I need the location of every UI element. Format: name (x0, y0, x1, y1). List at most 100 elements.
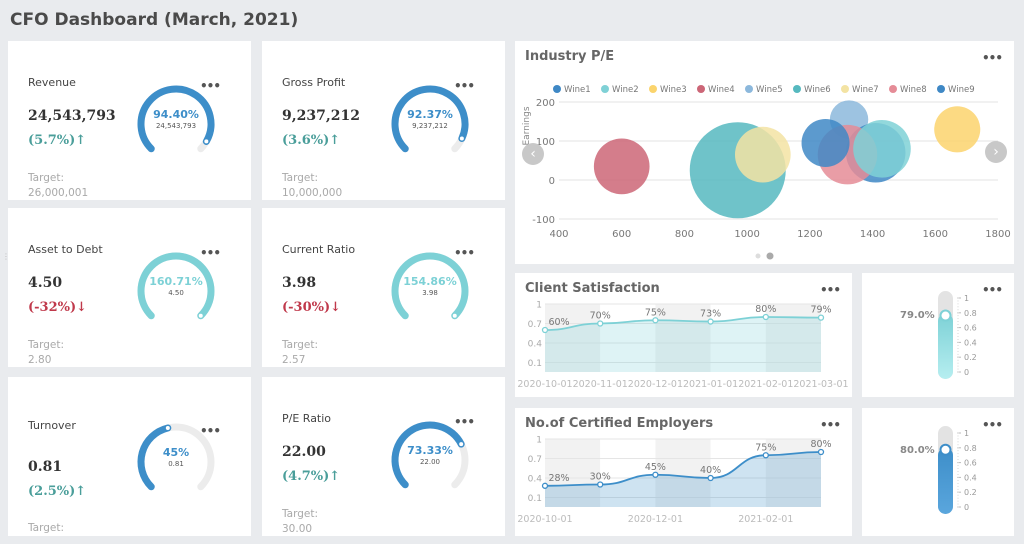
kpi-value: 3.98 (282, 275, 317, 291)
bubble-wine2 (853, 120, 911, 178)
y-tick-label: 1 (536, 436, 542, 446)
data-point (762, 313, 769, 321)
data-point (541, 482, 549, 489)
gauge-handle (203, 138, 210, 145)
data-label: 79% (810, 305, 831, 316)
gauge-percent: 45% (162, 446, 190, 459)
certified-employers-card: No.of Certified Employers ••• 1 0.7 0.4 0.1… (515, 408, 852, 536)
kpi-change: (-30%)↓ (282, 300, 342, 315)
data-label: 40% (700, 465, 721, 476)
data-label: 30% (590, 472, 611, 483)
thermometer-handle (939, 443, 952, 456)
kpi-card-current-ratio: Current Ratio 3.98 (-30%)↓ Target: 2.57 •… (262, 208, 505, 367)
tick-label: 0.8 (964, 309, 977, 318)
x-tick-label: 1600 (923, 229, 948, 240)
y-tick-label: 0.7 (528, 455, 542, 465)
tick-label: 0.8 (964, 444, 977, 453)
industry-pe-card: Industry P/E ••• 200 100 0 -100 400 600 800 100… (515, 41, 1014, 264)
tick-label: 1 (964, 294, 969, 303)
legend-label: Wine2 (612, 85, 639, 95)
prev-page-button[interactable]: ‹ (522, 143, 544, 165)
data-point (762, 452, 769, 459)
x-tick-label: 2021-02-01 (738, 379, 793, 390)
tick-label: 0.4 (964, 473, 977, 482)
data-label: 73% (700, 309, 721, 320)
x-tick-label: 1800 (985, 229, 1010, 240)
data-label: 70% (590, 311, 611, 322)
page-dot-active (766, 252, 774, 260)
kpi-card-revenue: Revenue 24,543,793 (5.7%)↑ Target: 26,000… (8, 41, 251, 200)
gauge-handle (164, 424, 172, 432)
data-label: 75% (755, 442, 776, 453)
kpi-value: 24,543,793 (28, 108, 116, 124)
legend-label: Wine4 (708, 85, 735, 95)
data-label: 75% (645, 307, 666, 318)
next-page-button[interactable]: › (985, 141, 1007, 163)
legend-marker (553, 85, 561, 93)
kpi-change: (2.5%)↑ (28, 484, 87, 499)
legend-label: Wine6 (804, 85, 831, 95)
kpi-target-label: Target: (282, 172, 319, 184)
gauge-percent: 160.71% (149, 275, 203, 288)
y-tick-label: 0.1 (528, 359, 542, 369)
data-label: 60% (548, 317, 569, 328)
tick-label: 0.2 (964, 488, 977, 497)
x-tick-label: 1200 (797, 229, 822, 240)
kpi-target: Target: (28, 521, 64, 536)
client-satisfaction-card: Client Satisfaction ••• 1 0.7 0.4 0.1 60% 70%… (515, 273, 852, 397)
kpi-target: Target: 2.57 (282, 338, 318, 368)
data-point (652, 471, 659, 478)
kpi-target-value: 26,000,001 (28, 187, 89, 199)
kpi-target-value: 10,000,000 (282, 187, 343, 199)
y-tick-label: 0.1 (528, 494, 542, 504)
kpi-change: (5.7%)↑ (28, 133, 87, 148)
kpi-change: (4.7%)↑ (282, 469, 341, 484)
legend-marker (601, 85, 609, 93)
client-satisfaction-chart: 10.70.40.160%70% 75% 73% 80% 79%2020-10-01 20… (517, 301, 848, 391)
gauge-percent: 92.37% (407, 108, 453, 121)
data-label: 80% (810, 439, 831, 450)
legend-marker (841, 85, 849, 93)
data-point (597, 481, 604, 488)
kpi-card-turnover: Turnover 0.81 (2.5%)↑ Target: ••• 45% 0.… (8, 377, 251, 536)
data-label: 80% (755, 304, 776, 315)
x-tick-label: 2020-12-01 (628, 514, 683, 525)
bubble-chart: 2001000-100400 600 800 1000 1200 1400 1600 1800… (522, 85, 1011, 260)
y-tick-label: 0.4 (528, 475, 543, 485)
kpi-target: Target: 10,000,000 (282, 171, 342, 201)
x-tick-label: 2020-10-01 (517, 379, 572, 390)
gauge-percent: 154.86% (403, 275, 457, 288)
kpi-target: Target: 26,000,001 (28, 171, 88, 201)
kpi-value: 4.50 (28, 275, 63, 291)
y-tick-label: 0 (549, 176, 555, 187)
kpi-value: 9,237,212 (282, 108, 360, 124)
gauge-value: 3.98 (422, 289, 438, 297)
kpi-change: (-32%)↓ (28, 300, 88, 315)
kpi-label: Turnover (28, 419, 76, 432)
kpi-label: Asset to Debt (28, 243, 103, 256)
certified-employers-chart: 1 0.7 0.4 0.1 28% 30% 45% 40% 75% 80% 2020-10-01 20… (517, 436, 831, 526)
bubble-wine7 (734, 126, 791, 183)
drag-handle-icon[interactable]: ⋮ (2, 252, 10, 262)
gauge-handle (458, 135, 466, 142)
kpi-target-value: 30.00 (282, 523, 313, 535)
kpi-label: Revenue (28, 76, 76, 89)
tick-label: 0.6 (964, 324, 977, 333)
legend-marker (793, 85, 801, 93)
thermometer-gauge: 1 0.8 0.6 0.4 0.2 0 (938, 426, 977, 514)
bubble-wine4 (593, 138, 650, 195)
y-tick-label: -100 (532, 215, 555, 226)
kpi-label: Gross Profit (282, 76, 346, 89)
gauge-value: 22.00 (419, 458, 441, 466)
data-point (652, 317, 659, 324)
bubble-wine1 (801, 118, 850, 167)
area-fill (545, 317, 821, 372)
legend-label: Wine5 (756, 85, 783, 95)
kpi-target-label: Target: (282, 508, 319, 520)
kpi-card-asset-to-debt: Asset to Debt 4.50 (-32%)↓ Target: 2.80 •… (8, 208, 251, 367)
gauge-percent: 73.33% (407, 444, 453, 457)
data-point (817, 448, 825, 456)
y-axis-label: Earnings (522, 106, 532, 145)
gauge-value: 9,237,212 (412, 122, 448, 130)
kpi-card-p-e-ratio: P/E Ratio 22.00 (4.7%)↑ Target: 30.00 •••… (262, 377, 505, 536)
